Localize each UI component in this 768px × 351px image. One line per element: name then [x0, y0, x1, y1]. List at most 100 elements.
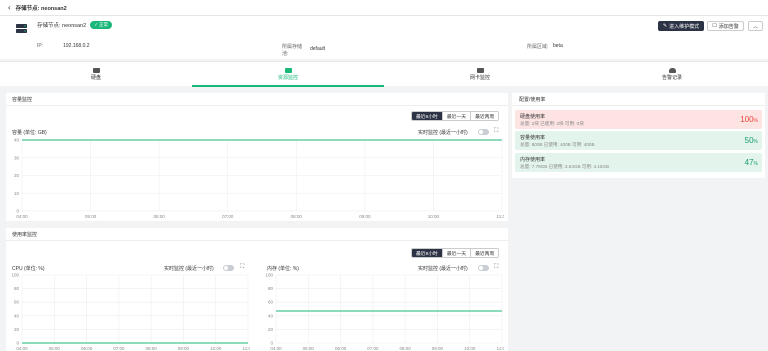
- memory-realtime-label: 实时监控 (最近一小时): [418, 266, 468, 272]
- memory-usage-name: 内存使用率: [520, 157, 546, 163]
- memory-usage-card: 内存使用率 总量: 7.79GB 已使用: 3.64GB 可用: 4.15GB …: [515, 153, 762, 172]
- x-tick-label: 05:00: [49, 346, 61, 351]
- capacity-realtime-toggle[interactable]: [478, 129, 489, 135]
- memory-line-chart: 0 20 40 60 80 100 04:00 05:00 06:00 07:00 08:00 09:…: [265, 273, 504, 351]
- top-bar: ‹ 存储节点: neonsan2: [0, 0, 768, 16]
- expand-icon[interactable]: ⛶: [494, 128, 498, 134]
- y-tick-label: 40: [14, 313, 20, 318]
- percent-unit: %: [753, 161, 758, 167]
- cpu-chart-title: CPU (单位: %): [12, 266, 45, 272]
- monitor-icon: [284, 68, 292, 73]
- x-tick-label: 06:00: [81, 346, 93, 351]
- server-icon: [16, 24, 27, 33]
- y-tick-label: 40: [14, 138, 20, 143]
- range-1d[interactable]: 最近一天: [441, 249, 471, 257]
- status-badge: ✓ 正常: [90, 21, 112, 29]
- disk-usage-name: 硬盘使用率: [520, 114, 546, 120]
- tab-alarm-records-label: 告警记录: [661, 75, 682, 81]
- x-tick-label: 11:00: [497, 346, 504, 351]
- x-tick-label: 08:00: [400, 346, 412, 351]
- range-2w[interactable]: 最近两周: [470, 112, 499, 120]
- x-tick-label: 07:00: [222, 214, 234, 219]
- add-alarm-label: 添加告警: [718, 23, 739, 30]
- status-badge-label: 正常: [99, 22, 108, 27]
- x-tick-label: 09:00: [359, 214, 371, 219]
- wrench-icon: ✎: [662, 23, 668, 29]
- range-2w[interactable]: 最近两周: [470, 249, 499, 257]
- maintenance-mode-button[interactable]: ✎ 进入维护模式: [658, 21, 704, 31]
- disk-usage-detail: 总量: 2块 已使用: 2块 可用: 0块: [520, 121, 584, 126]
- tab-resource-monitor[interactable]: 资源监控: [192, 62, 384, 87]
- memory-usage-value: 47: [744, 158, 754, 167]
- x-tick-label: 04:00: [16, 214, 28, 219]
- disk-usage-value: 100: [740, 115, 754, 124]
- x-tick-label: 08:00: [146, 346, 158, 351]
- cpu-realtime-toggle[interactable]: [223, 265, 234, 271]
- y-tick-label: 80: [14, 286, 20, 291]
- y-tick-label: 40: [268, 313, 274, 318]
- ip-field: IP: 192.168.0.2: [37, 43, 90, 49]
- usage-panel-title: 使用率监控: [12, 232, 38, 238]
- usage-range-selector: 最近6小时 最近一天 最近两周: [411, 248, 500, 258]
- x-tick-label: 05:00: [303, 346, 315, 351]
- x-tick-label: 07:00: [367, 346, 379, 351]
- y-tick-label: 0: [16, 341, 19, 346]
- x-tick-label: 10:00: [428, 214, 440, 219]
- capacity-range-selector: 最近6小时 最近一天 最近两周: [411, 111, 500, 121]
- range-6h[interactable]: 最近6小时: [412, 249, 442, 257]
- capacity-panel-title: 容量监控: [12, 97, 33, 103]
- y-tick-label: 60: [268, 300, 274, 305]
- x-tick-label: 10:00: [464, 346, 476, 351]
- capacity-usage-percent: 50%: [745, 136, 758, 145]
- capacity-line-chart: 0 10 20 30 40 04:00 05:00 06:00 07:00 08:00 09:00 1…: [14, 138, 504, 220]
- add-alarm-button[interactable]: ☐ 添加告警: [707, 21, 744, 31]
- cpu-realtime-label: 实时监控 (最近一小时): [164, 266, 214, 272]
- memory-realtime-toggle[interactable]: [478, 265, 489, 271]
- back-arrow-icon[interactable]: ‹: [8, 3, 11, 12]
- y-tick-label: 30: [14, 155, 20, 160]
- collapse-button[interactable]: ︿: [748, 21, 763, 31]
- tab-disks-label: 硬盘: [90, 75, 101, 81]
- range-6h[interactable]: 最近6小时: [412, 112, 442, 120]
- node-name: 存储节点: neonsan2 ✓ 正常: [37, 21, 112, 29]
- zone-label: 所属区域:: [527, 44, 549, 50]
- capacity-usage-card: 容量使用率 总量: 800B 已使用: 400B 可用: 400B 50%: [515, 131, 762, 150]
- memory-usage-percent: 47%: [745, 158, 758, 167]
- x-tick-label: 11:00: [497, 214, 504, 219]
- pool-label-2: 池:: [282, 51, 289, 57]
- percent-unit: %: [753, 139, 758, 145]
- network-card-icon: [476, 68, 484, 73]
- expand-icon[interactable]: ⛶: [240, 264, 244, 270]
- y-tick-label: 20: [14, 173, 20, 178]
- disk-icon: [92, 68, 100, 73]
- x-tick-label: 11:00: [243, 346, 250, 351]
- pool-value: default: [310, 46, 326, 52]
- divider: [6, 105, 508, 106]
- memory-usage-detail: 总量: 7.79GB 已使用: 3.64GB 可用: 4.15GB: [520, 164, 610, 169]
- x-tick-label: 07:00: [113, 346, 125, 351]
- range-1d[interactable]: 最近一天: [441, 112, 471, 120]
- y-tick-label: 20: [14, 327, 20, 332]
- config-panel-title: 配置/使用率: [519, 97, 546, 103]
- y-tick-label: 100: [265, 273, 273, 278]
- x-tick-label: 04:00: [270, 346, 282, 351]
- disk-usage-percent: 100%: [740, 115, 758, 124]
- bell-icon: ☐: [712, 23, 717, 29]
- capacity-usage-value: 50: [744, 136, 754, 145]
- y-tick-label: 100: [11, 273, 19, 278]
- tab-alarm-records[interactable]: 告警记录: [576, 62, 768, 87]
- expand-icon[interactable]: ⛶: [494, 264, 498, 270]
- ip-label: IP:: [37, 43, 44, 49]
- tab-resource-monitor-label: 资源监控: [277, 75, 298, 81]
- page-title: 存储节点: neonsan2: [15, 5, 67, 12]
- percent-unit: %: [753, 118, 758, 124]
- memory-chart-title: 内存 (单位: %): [267, 266, 299, 272]
- y-tick-label: 80: [268, 286, 274, 291]
- x-tick-label: 06:00: [335, 346, 347, 351]
- x-tick-label: 10:00: [210, 346, 222, 351]
- tab-disks[interactable]: 硬盘: [0, 62, 192, 87]
- y-tick-label: 20: [268, 327, 274, 332]
- tab-nic-monitor[interactable]: 网卡监控: [384, 62, 576, 87]
- chevron-up-icon: ︿: [752, 23, 758, 30]
- ip-value: 192.168.0.2: [63, 43, 90, 49]
